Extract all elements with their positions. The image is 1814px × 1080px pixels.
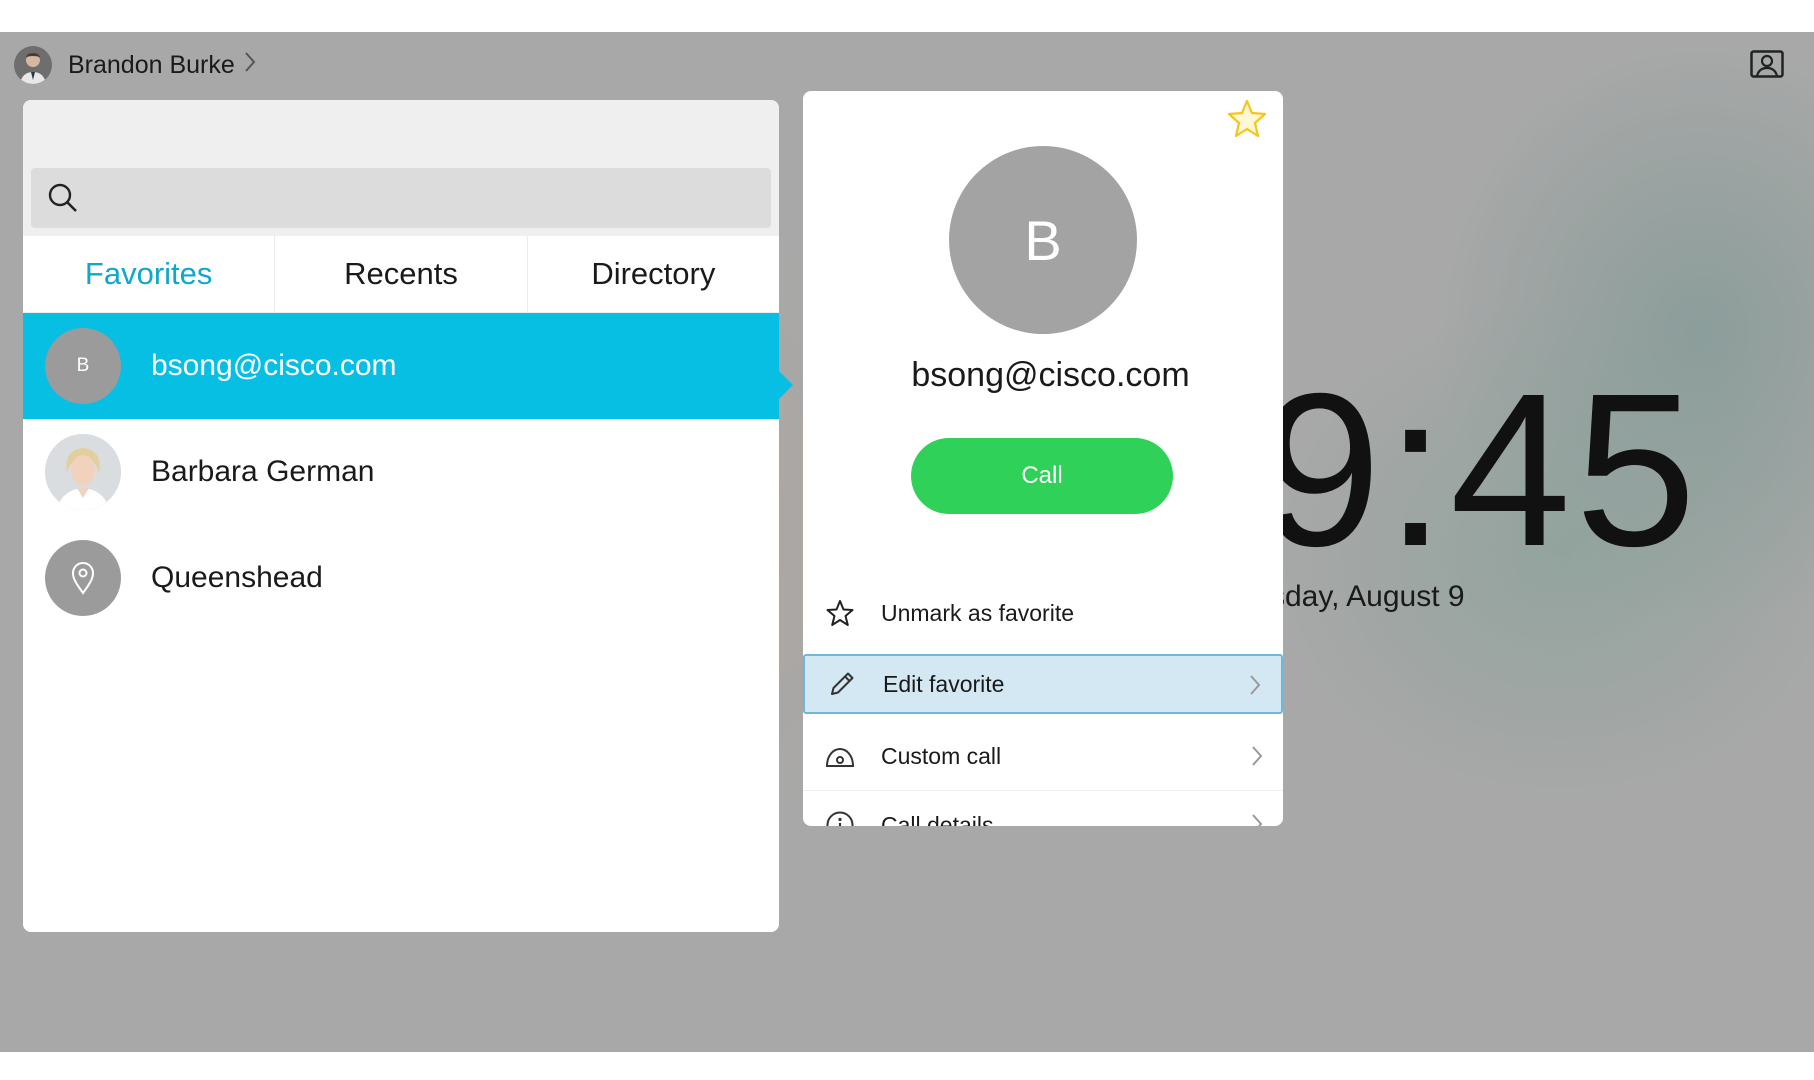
contacts-panel: Favorites Recents Directory B bsong@cisc… [23, 100, 779, 932]
contact-title: bsong@cisco.com [911, 356, 1190, 394]
chevron-right-icon [1251, 745, 1263, 773]
contact-avatar: B [45, 328, 121, 404]
edit-favorite-button[interactable]: Edit favorite [803, 654, 1283, 714]
clock-date: sday, August 9 [1270, 580, 1465, 613]
contact-detail-card: B bsong@cisco.com Call Unmark as favorit… [803, 91, 1283, 826]
tab-favorites[interactable]: Favorites [23, 236, 276, 312]
selection-pointer [779, 371, 793, 399]
unmark-favorite-button[interactable]: Unmark as favorite [803, 579, 1283, 647]
self-view-icon[interactable] [1750, 50, 1784, 78]
search-input[interactable] [31, 168, 771, 228]
chevron-right-icon [243, 51, 257, 80]
action-label: Unmark as favorite [881, 599, 1075, 626]
clock-time: 9:45 [1260, 349, 1701, 592]
contact-avatar-large: B [949, 146, 1137, 334]
contact-row-queenshead[interactable]: Queenshead [23, 525, 779, 631]
user-name: Brandon Burke [68, 50, 235, 79]
contact-row-barbara[interactable]: Barbara German [23, 419, 779, 525]
search-icon [47, 182, 79, 219]
call-button[interactable]: Call [911, 438, 1173, 514]
contact-name: Barbara German [151, 455, 375, 488]
contact-name: bsong@cisco.com [151, 349, 397, 382]
tab-directory[interactable]: Directory [528, 236, 779, 312]
chevron-right-icon [1249, 674, 1261, 702]
screen-background: Brandon Burke 9:45 sday, August 9 Favori… [0, 32, 1814, 1052]
user-menu[interactable]: Brandon Burke [14, 46, 257, 84]
search-area [23, 100, 779, 236]
dialpad-icon [823, 740, 857, 774]
call-details-button[interactable]: Call details [803, 791, 1283, 826]
chevron-right-icon [1251, 813, 1263, 826]
custom-call-button[interactable]: Custom call [803, 723, 1283, 791]
location-pin-icon [45, 540, 121, 616]
pencil-icon [825, 667, 859, 701]
star-outline-icon [823, 596, 857, 630]
action-label: Custom call [881, 743, 1002, 769]
user-avatar [14, 46, 52, 84]
tab-recents[interactable]: Recents [275, 236, 528, 312]
action-label: Call details [881, 811, 994, 827]
person-photo [45, 434, 121, 510]
contact-row-bsong[interactable]: B bsong@cisco.com [23, 313, 779, 419]
contact-name: Queenshead [151, 561, 323, 594]
action-label: Edit favorite [883, 670, 1005, 697]
info-icon [823, 808, 857, 826]
tab-bar: Favorites Recents Directory [23, 236, 779, 313]
star-icon[interactable] [1225, 97, 1269, 146]
